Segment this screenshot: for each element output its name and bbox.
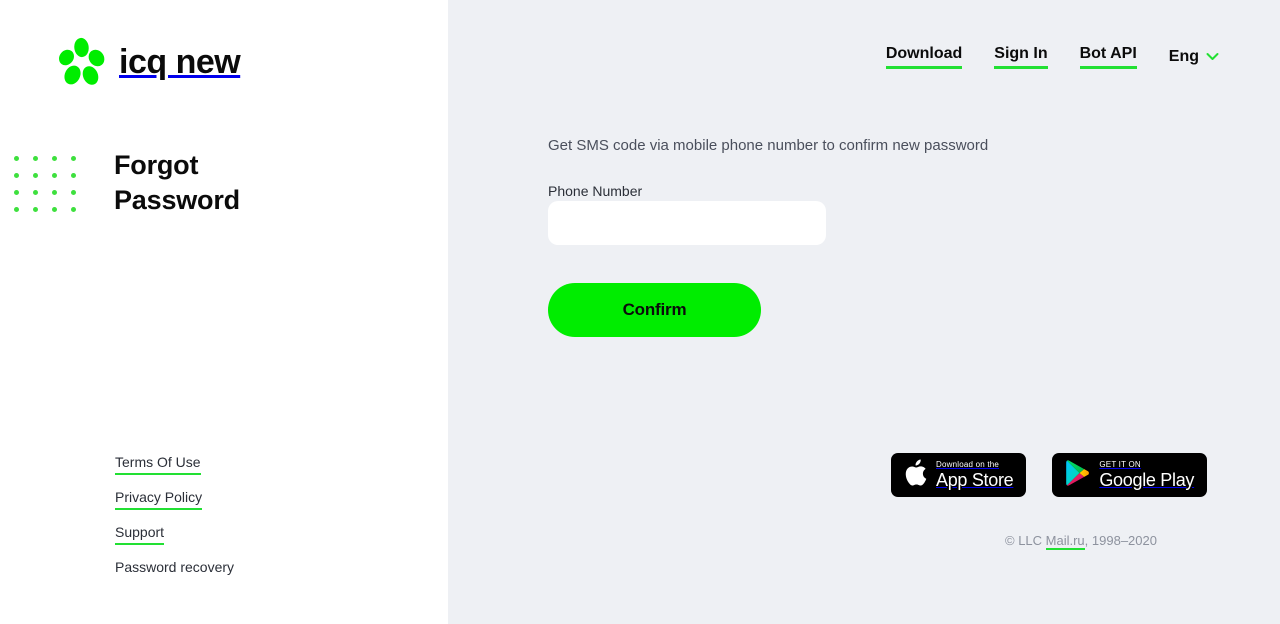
page-root: icq new Forgot Password Terms Of Use Pri… xyxy=(0,0,1280,624)
dot xyxy=(14,156,19,161)
copyright-prefix: © LLC xyxy=(1005,533,1046,548)
dot xyxy=(52,190,57,195)
chevron-down-icon xyxy=(1206,48,1219,66)
footer-link-password-recovery[interactable]: Password recovery xyxy=(115,557,234,580)
dot xyxy=(33,156,38,161)
footer-link-privacy-policy[interactable]: Privacy Policy xyxy=(115,487,203,510)
nav-link-sign-in[interactable]: Sign In xyxy=(994,44,1048,69)
confirm-button[interactable]: Confirm xyxy=(548,283,761,337)
dot xyxy=(71,173,76,178)
icq-flower-icon xyxy=(57,36,107,88)
dot xyxy=(71,156,76,161)
page-title-line-2: Password xyxy=(114,185,240,215)
copyright-mailru-link[interactable]: Mail.ru xyxy=(1045,533,1085,550)
store-badges: Download on the App Store GET IT ON Goog… xyxy=(891,453,1208,497)
nav-link-download[interactable]: Download xyxy=(885,44,963,69)
dot xyxy=(14,190,19,195)
left-pane: icq new Forgot Password Terms Of Use Pri… xyxy=(0,0,448,624)
phone-number-label: Phone Number xyxy=(548,183,643,199)
brand-logo[interactable]: icq new xyxy=(57,36,241,88)
page-title: Forgot Password xyxy=(114,148,240,218)
sidebar-footer-links: Terms Of Use Privacy Policy Support Pass… xyxy=(115,452,234,580)
dot-grid-decoration xyxy=(0,150,84,212)
password-recovery-form: Get SMS code via mobile phone number to … xyxy=(548,135,1048,337)
dot xyxy=(33,207,38,212)
google-play-badge-big-text: Google Play xyxy=(1099,469,1195,490)
google-play-icon xyxy=(1065,459,1090,492)
app-store-badge[interactable]: Download on the App Store xyxy=(891,453,1027,497)
dot xyxy=(33,190,38,195)
top-navigation: Download Sign In Bot API Eng xyxy=(885,44,1219,69)
dot xyxy=(52,173,57,178)
google-play-badge-text: GET IT ON Google Play xyxy=(1099,460,1194,491)
google-play-badge[interactable]: GET IT ON Google Play xyxy=(1052,453,1208,497)
dot xyxy=(71,207,76,212)
language-selector-label: Eng xyxy=(1168,47,1199,65)
phone-number-input[interactable] xyxy=(548,201,826,245)
dot xyxy=(14,207,19,212)
google-play-badge-small-text: GET IT ON xyxy=(1099,459,1141,469)
app-store-badge-text: Download on the App Store xyxy=(936,459,1014,491)
apple-icon xyxy=(904,459,927,492)
footer-link-support[interactable]: Support xyxy=(115,522,165,545)
dot xyxy=(33,173,38,178)
nav-link-bot-api[interactable]: Bot API xyxy=(1079,44,1137,69)
app-store-badge-small-text: Download on the xyxy=(936,459,1000,469)
copyright: © LLC Mail.ru, 1998–2020 xyxy=(1005,532,1157,550)
dot xyxy=(52,207,57,212)
language-selector[interactable]: Eng xyxy=(1169,47,1219,67)
dot xyxy=(71,190,76,195)
dot xyxy=(52,156,57,161)
dot xyxy=(14,173,19,178)
footer-link-terms-of-use[interactable]: Terms Of Use xyxy=(115,452,201,475)
brand-logo-text: icq new xyxy=(119,43,241,81)
right-pane: Download Sign In Bot API Eng Get SMS cod… xyxy=(448,0,1280,624)
form-description: Get SMS code via mobile phone number to … xyxy=(548,137,989,154)
copyright-suffix: , 1998–2020 xyxy=(1084,533,1157,548)
page-title-line-1: Forgot xyxy=(114,150,199,180)
app-store-badge-big-text: App Store xyxy=(936,469,1014,490)
